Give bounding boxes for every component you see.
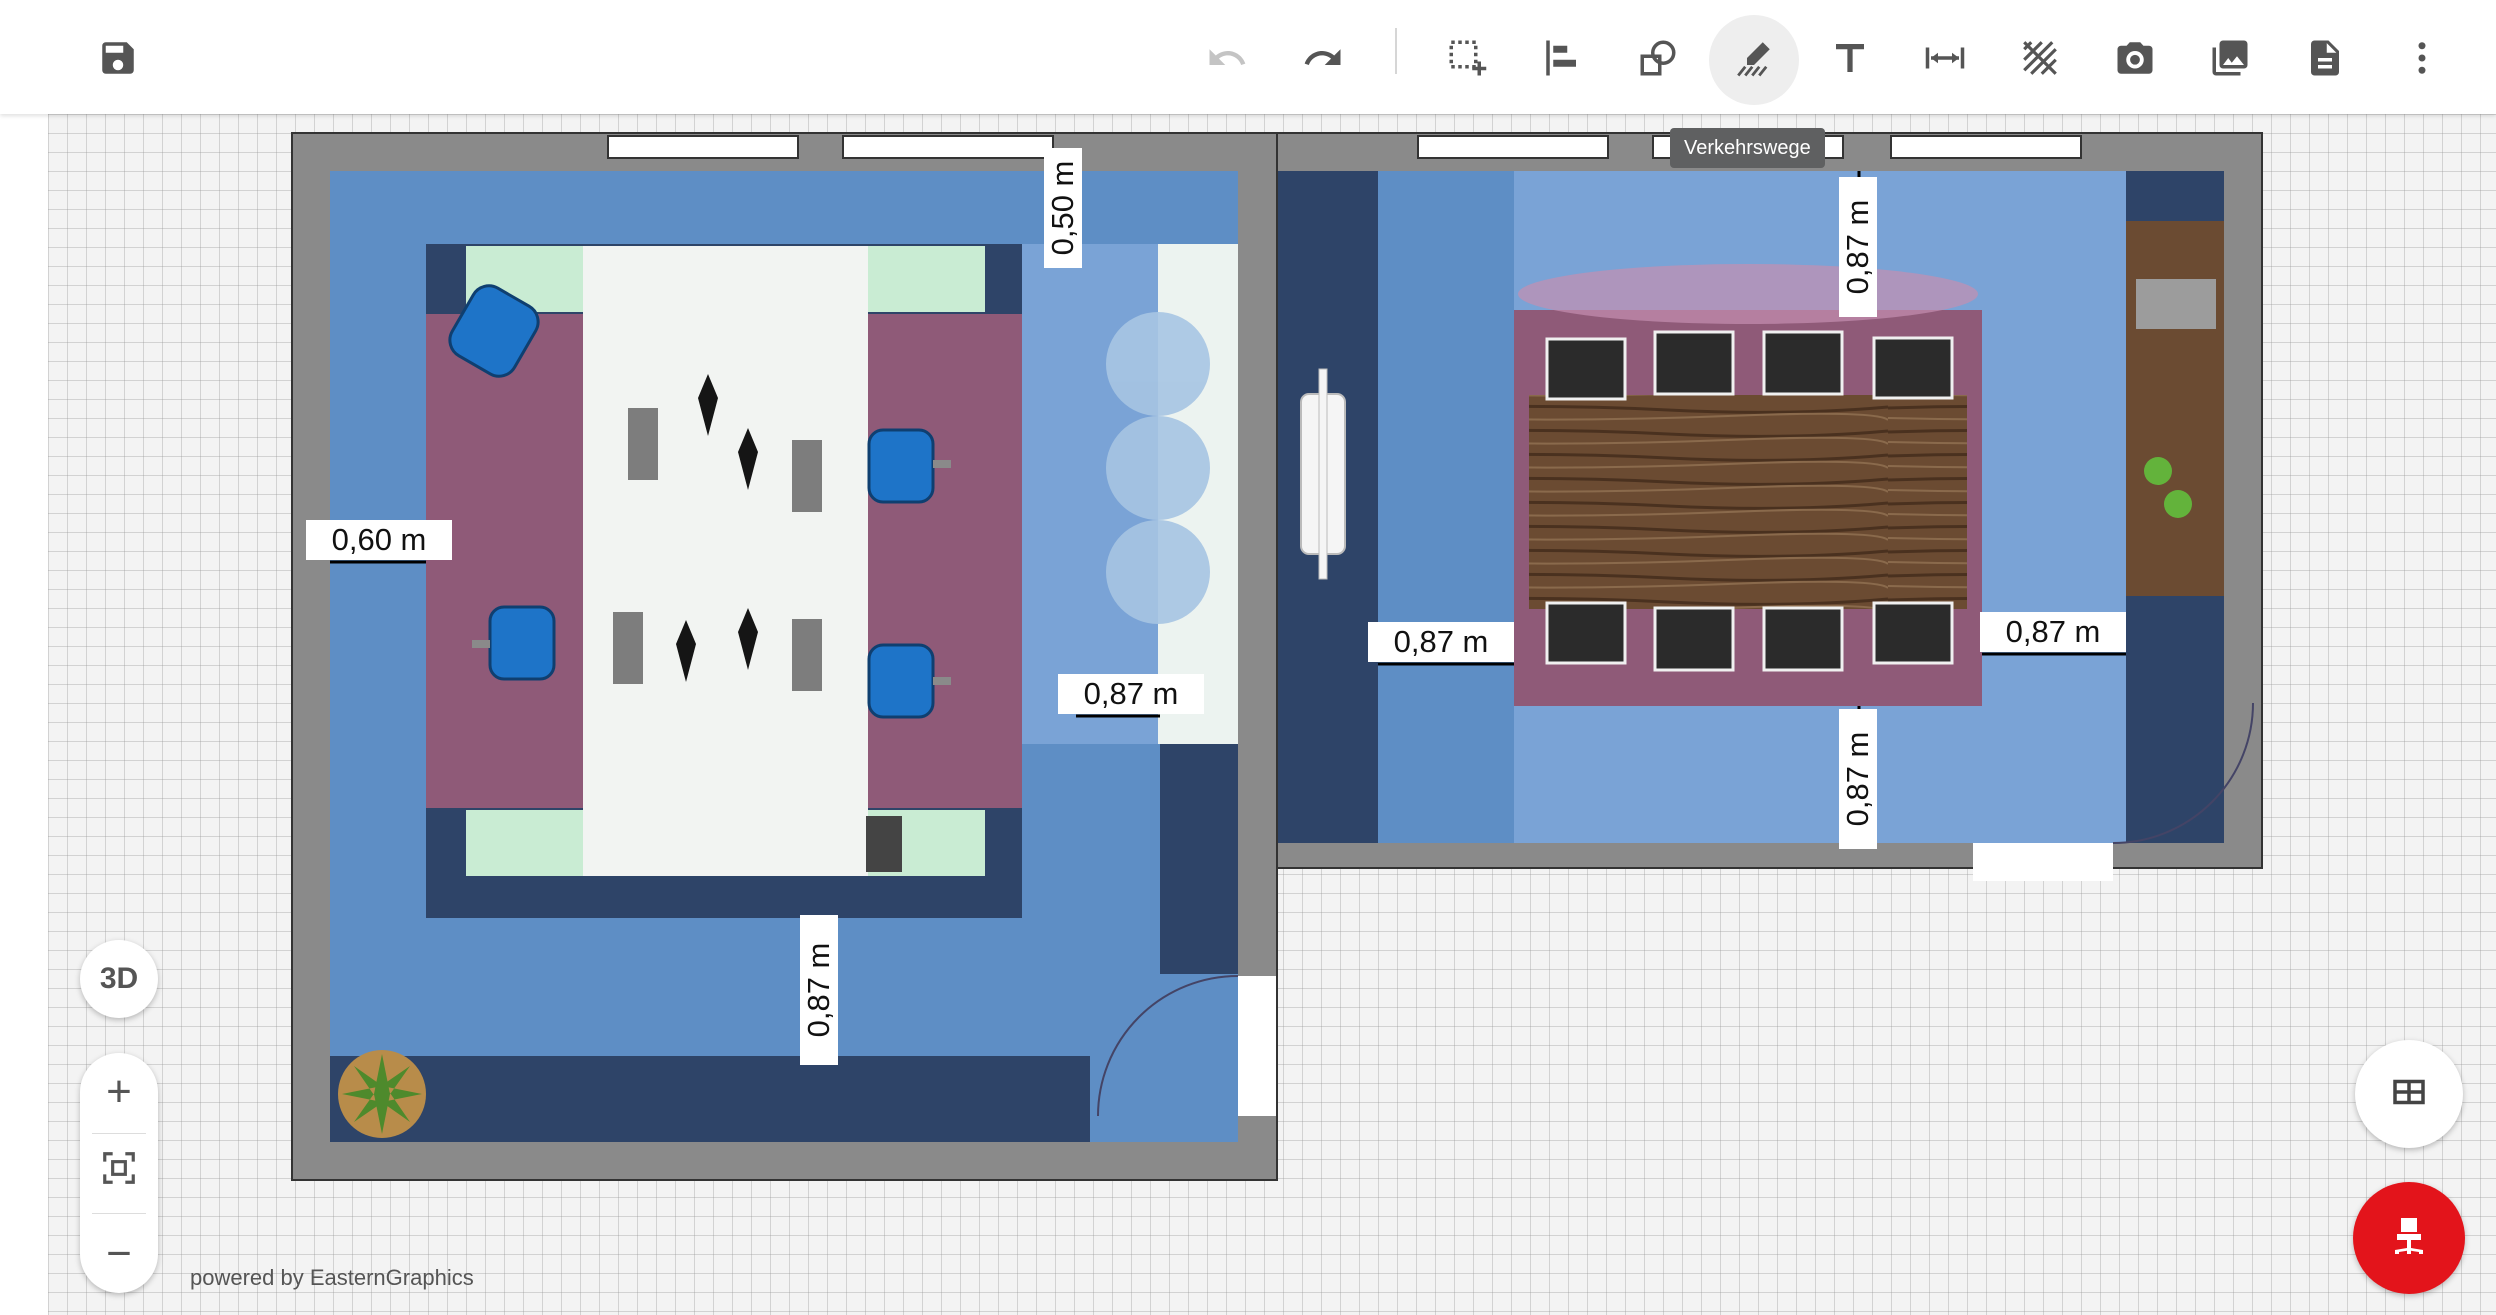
floorplan: [291, 132, 2263, 1181]
monitor: [792, 440, 822, 512]
device: [866, 816, 902, 872]
dimension-label[interactable]: 0,60 m: [306, 520, 452, 560]
office-chair-icon: [2385, 1212, 2433, 1265]
layers-button[interactable]: [2355, 1040, 2463, 1148]
zone-mint-bl: [466, 810, 583, 876]
image-icon: [2209, 37, 2251, 84]
zoom-controls: + −: [80, 1053, 158, 1293]
select-add-icon: [1446, 37, 1488, 84]
dimension-label[interactable]: 0,50 m: [1044, 148, 1082, 268]
align-icon: [1541, 37, 1583, 84]
dimension-label[interactable]: 0,87 m: [1839, 177, 1877, 317]
planner-app: Verkehrswege 0,50 m 0,60 m 0,87 m 0,87 m…: [0, 0, 2496, 1315]
text-tool-button[interactable]: [1805, 15, 1895, 105]
view-3d-button[interactable]: 3D: [80, 940, 158, 1018]
redo-button[interactable]: [1278, 15, 1368, 105]
top-toolbar: [0, 0, 2496, 114]
floor-dark-bottom: [330, 1056, 1090, 1142]
monitor: [792, 619, 822, 691]
door-left-room: [1238, 976, 1276, 1116]
coffee-machine: [2136, 279, 2216, 329]
room-left[interactable]: [291, 132, 1278, 1181]
shapes-icon: [1637, 37, 1679, 84]
plant: [338, 1050, 426, 1138]
floor-blue-strip: [1378, 171, 1514, 843]
select-add-button[interactable]: [1422, 15, 1512, 105]
zoom-out-button[interactable]: −: [80, 1215, 158, 1293]
dimension-label[interactable]: 0,87 m: [1058, 674, 1204, 714]
redo-icon: [1302, 37, 1344, 84]
shapes-button[interactable]: [1613, 15, 1703, 105]
hatch-area-icon: [2019, 37, 2061, 84]
dimension-label[interactable]: 0,87 m: [1368, 622, 1514, 662]
monitor: [628, 408, 658, 480]
powered-by-text: powered by EasternGraphics: [190, 1265, 474, 1290]
layers-grid-icon: [2388, 1071, 2430, 1118]
desk-bench: [583, 246, 868, 876]
zoom-fit-button[interactable]: [80, 1134, 158, 1212]
image-button[interactable]: [2185, 15, 2275, 105]
zone-mint-tr: [868, 246, 985, 312]
conference-table: [1529, 395, 1967, 609]
traffic-routes-icon: [1733, 37, 1775, 84]
floor-dark-right: [1160, 744, 1238, 974]
dimension-icon: [1924, 37, 1966, 84]
save-icon: [97, 37, 139, 84]
zoom-divider: [92, 1213, 146, 1214]
sideboard: [2126, 221, 2224, 596]
cabinet-door-swings: [1106, 312, 1210, 624]
fit-screen-icon: [100, 1148, 138, 1198]
more-vert-icon: [2401, 37, 2443, 84]
dimension-label[interactable]: 0,87 m: [800, 915, 838, 1065]
zoom-in-button[interactable]: +: [80, 1053, 158, 1131]
undo-icon: [1206, 37, 1248, 84]
document-button[interactable]: [2280, 15, 2370, 105]
text-icon: [1829, 37, 1871, 84]
door-right-room: [1973, 843, 2113, 881]
furniture-catalog-button[interactable]: [2353, 1182, 2465, 1294]
dimension-label[interactable]: 0,87 m: [1839, 709, 1877, 849]
hatch-area-button[interactable]: [1995, 15, 2085, 105]
dimension-label[interactable]: 0,87 m: [1980, 612, 2126, 652]
traffic-routes-button[interactable]: [1709, 15, 1799, 105]
camera-icon: [2114, 37, 2156, 84]
monitor: [613, 612, 643, 684]
save-button[interactable]: [73, 15, 163, 105]
dimension-button[interactable]: [1900, 15, 1990, 105]
more-menu-button[interactable]: [2377, 15, 2467, 105]
tooltip-traffic-routes: Verkehrswege: [1670, 128, 1825, 168]
toolbar-divider: [1395, 28, 1397, 74]
meeting-zone-arc: [1518, 264, 1978, 324]
align-button[interactable]: [1517, 15, 1607, 105]
document-icon: [2304, 37, 2346, 84]
camera-button[interactable]: [2090, 15, 2180, 105]
floorplan-canvas[interactable]: 0,50 m 0,60 m 0,87 m 0,87 m 0,87 m 0,87 …: [48, 114, 2496, 1315]
floor-dark-corner: [2126, 171, 2224, 221]
room-right[interactable]: [1276, 132, 2263, 881]
undo-button[interactable]: [1182, 15, 1272, 105]
